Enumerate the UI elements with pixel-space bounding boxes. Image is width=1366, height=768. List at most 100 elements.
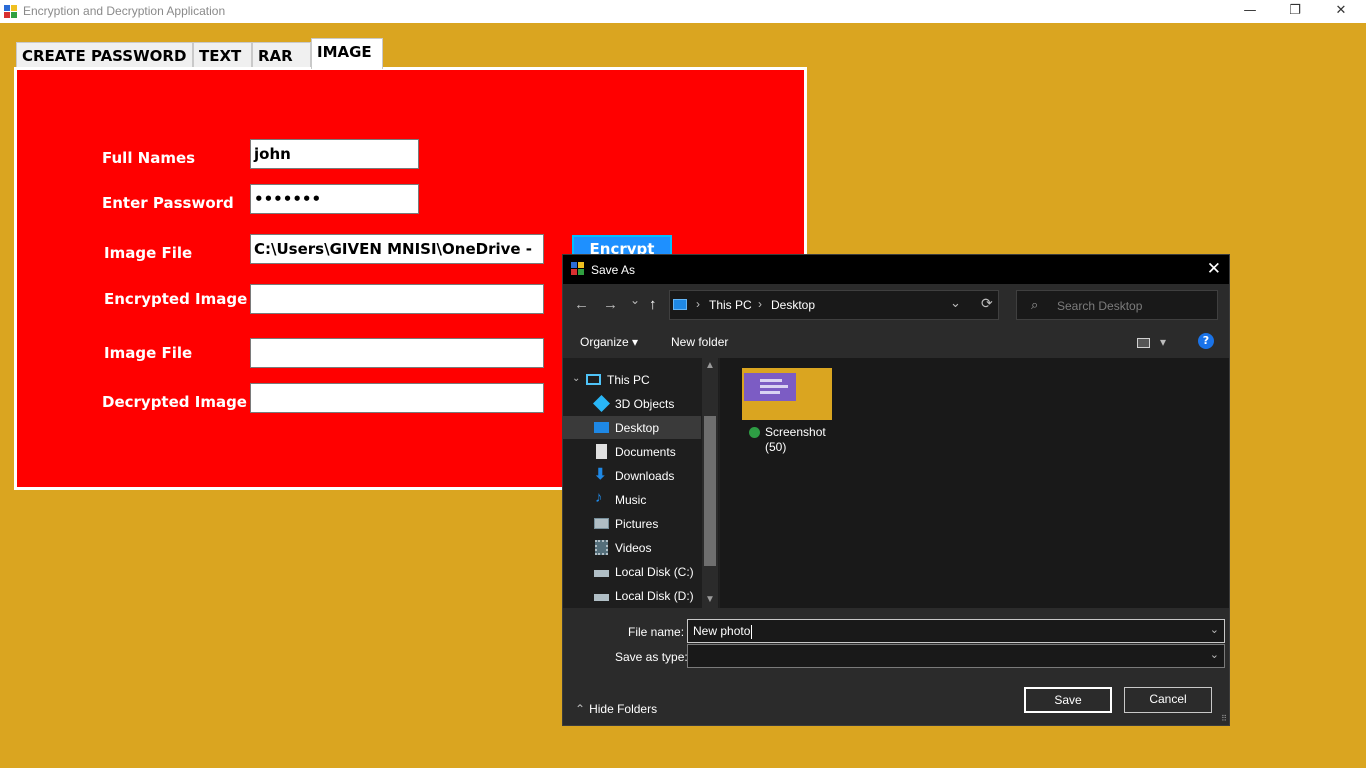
image-file-label: Image File <box>104 244 193 262</box>
file-name-line1: Screenshot <box>765 425 826 439</box>
nav-item-documents[interactable]: Documents <box>563 440 701 463</box>
thumbnail-window-graphic <box>744 373 796 401</box>
resize-grip-icon[interactable]: ⠿ <box>1221 714 1227 723</box>
address-bar[interactable]: › This PC › Desktop ⌄ ⟳ <box>669 290 999 320</box>
file-name-field[interactable]: New photo ⌄ <box>687 619 1225 643</box>
new-folder-button[interactable]: New folder <box>671 335 728 349</box>
chevron-right-icon: › <box>758 297 762 311</box>
breadcrumb-this-pc[interactable]: This PC <box>709 298 752 312</box>
address-dropdown-icon[interactable]: ⌄ <box>950 295 961 311</box>
tab-create-password[interactable]: CREATE PASSWORD <box>16 42 193 68</box>
document-icon <box>596 444 607 459</box>
nav-item-label: This PC <box>607 373 650 387</box>
scroll-down-icon[interactable]: ▼ <box>705 594 715 605</box>
decrypted-image-input[interactable] <box>250 383 544 413</box>
minimize-button[interactable]: — <box>1227 0 1273 23</box>
nav-item-local-disk-c[interactable]: Local Disk (C:) <box>563 560 701 583</box>
nav-item-label: Videos <box>615 541 652 555</box>
nav-item-this-pc[interactable]: ⌄ This PC <box>563 368 701 391</box>
app-icon <box>4 5 17 18</box>
save-button[interactable]: Save <box>1024 687 1112 713</box>
help-icon[interactable]: ? <box>1198 333 1214 349</box>
nav-item-videos[interactable]: Videos <box>563 536 701 559</box>
back-arrow-icon[interactable]: ← <box>574 296 589 313</box>
chevron-down-icon[interactable]: ⌄ <box>1210 648 1219 661</box>
image-file-2-label: Image File <box>104 344 193 362</box>
chevron-down-icon[interactable]: ⌄ <box>1210 623 1219 636</box>
up-arrow-icon[interactable]: ↑ <box>649 296 657 313</box>
nav-item-local-disk-d[interactable]: Local Disk (D:) <box>563 584 701 607</box>
tab-rar[interactable]: RAR <box>252 42 311 68</box>
nav-item-downloads[interactable]: ⬇ Downloads <box>563 464 701 487</box>
scroll-up-icon[interactable]: ▲ <box>705 360 715 371</box>
dialog-footer: File name: New photo ⌄ Save as type: ⌄ S… <box>563 608 1229 725</box>
breadcrumb-desktop[interactable]: Desktop <box>771 298 815 312</box>
chevron-right-icon: › <box>696 297 700 311</box>
view-options-icon[interactable] <box>1137 338 1150 348</box>
cube-icon <box>593 395 610 412</box>
search-input[interactable]: ⌕ Search Desktop <box>1016 290 1218 320</box>
download-icon: ⬇ <box>594 466 607 483</box>
save-as-type-select[interactable]: ⌄ <box>687 644 1225 668</box>
file-name-label: Screenshot (50) <box>765 425 826 455</box>
nav-item-label: Local Disk (D:) <box>615 589 694 603</box>
nav-item-label: Documents <box>615 445 676 459</box>
refresh-icon[interactable]: ⟳ <box>981 295 993 312</box>
expand-chevron-icon[interactable]: ⌄ <box>572 373 580 384</box>
file-thumbnail <box>742 368 832 420</box>
password-input[interactable]: ••••••• <box>250 184 419 214</box>
file-list: Screenshot (50) <box>720 358 1229 608</box>
dialog-close-icon[interactable]: ✕ <box>1207 259 1221 279</box>
window-title-bar: Encryption and Decryption Application — … <box>0 0 1366 23</box>
nav-item-label: Downloads <box>615 469 675 483</box>
image-file-input[interactable]: C:\Users\GIVEN MNISI\OneDrive - <box>250 234 544 264</box>
save-as-dialog: Save As ✕ ← → ⌄ ↑ › This PC › Desktop ⌄ … <box>562 254 1230 726</box>
pictures-icon <box>594 518 609 529</box>
music-icon: ♪ <box>595 489 603 506</box>
dialog-title: Save As <box>591 263 636 277</box>
close-button[interactable]: ✕ <box>1318 0 1364 23</box>
tab-text[interactable]: TEXT <box>193 42 252 68</box>
file-name-line2: (50) <box>765 440 787 454</box>
forward-arrow-icon[interactable]: → <box>603 296 618 313</box>
tab-image[interactable]: IMAGE <box>311 38 383 69</box>
nav-item-label: Local Disk (C:) <box>615 565 694 579</box>
recent-locations-icon[interactable]: ⌄ <box>630 293 640 307</box>
organize-menu[interactable]: Organize ▾ <box>580 335 638 349</box>
sync-status-icon <box>749 427 760 438</box>
view-dropdown-icon[interactable]: ▾ <box>1160 335 1166 349</box>
hide-folders-button[interactable]: ⌃ Hide Folders <box>575 702 657 716</box>
nav-pane-scrollbar[interactable]: ▲ ▼ <box>702 358 718 608</box>
search-placeholder: Search Desktop <box>1057 299 1143 313</box>
dialog-app-icon <box>571 262 585 276</box>
nav-item-3d-objects[interactable]: 3D Objects <box>563 392 701 415</box>
videos-icon <box>595 540 608 555</box>
encrypted-image-input[interactable] <box>250 284 544 314</box>
drive-icon <box>594 594 609 601</box>
monitor-icon <box>586 374 601 385</box>
nav-item-label: 3D Objects <box>615 397 675 411</box>
maximize-button[interactable]: ❐ <box>1272 0 1318 23</box>
nav-item-label: Pictures <box>615 517 659 531</box>
search-icon: ⌕ <box>1031 297 1039 312</box>
dialog-title-bar: Save As ✕ <box>563 255 1229 284</box>
image-file-2-input[interactable] <box>250 338 544 368</box>
this-pc-icon <box>673 299 687 310</box>
nav-item-desktop[interactable]: Desktop <box>563 416 701 439</box>
chevron-up-icon: ⌃ <box>575 702 586 716</box>
password-label: Enter Password <box>102 194 234 212</box>
hide-folders-label: Hide Folders <box>589 702 658 716</box>
nav-item-label: Music <box>615 493 647 507</box>
nav-item-pictures[interactable]: Pictures <box>563 512 701 535</box>
full-names-input[interactable]: john <box>250 139 419 169</box>
scrollbar-thumb[interactable] <box>704 416 716 566</box>
navigation-pane: ⌄ This PC 3D Objects Desktop Documents ⬇… <box>563 358 719 608</box>
file-name-value: New photo <box>693 624 751 638</box>
nav-item-music[interactable]: ♪ Music <box>563 488 701 511</box>
drive-icon <box>594 570 609 577</box>
dialog-toolbar: Organize ▾ New folder ▾ ? <box>563 328 1229 358</box>
encrypted-image-label: Encrypted Image <box>104 290 248 308</box>
cancel-button[interactable]: Cancel <box>1124 687 1212 713</box>
decrypted-image-label: Decrypted Image <box>102 393 247 411</box>
file-name-label: File name: <box>628 625 685 639</box>
